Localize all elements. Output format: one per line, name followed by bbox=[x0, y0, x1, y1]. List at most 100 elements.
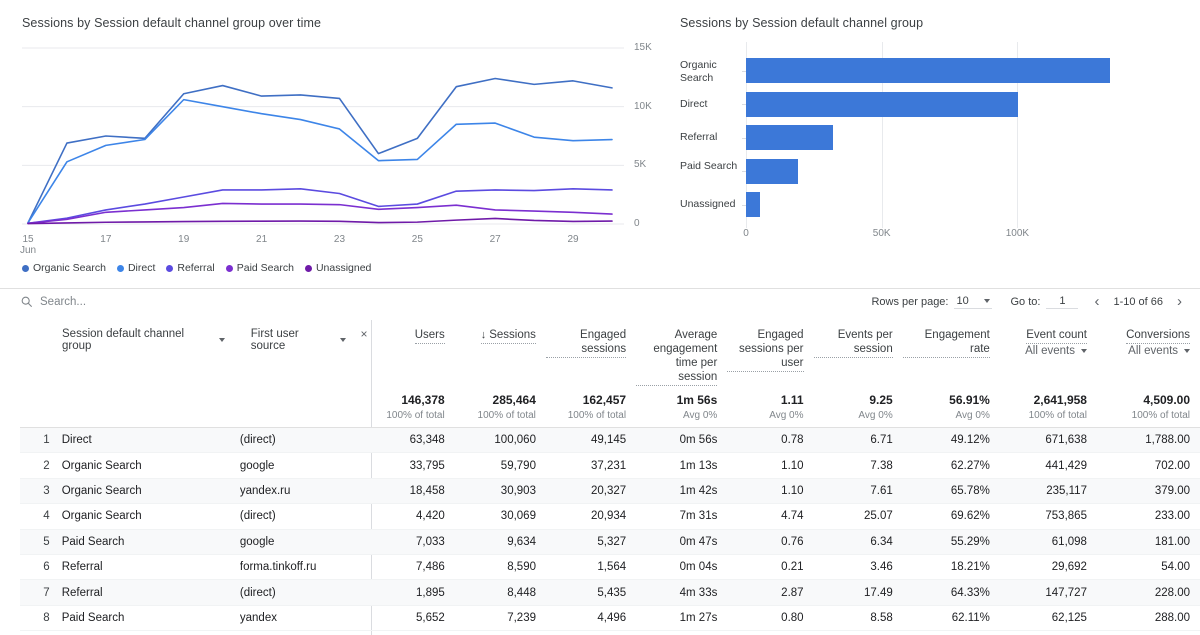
rows-per-page-select[interactable]: 10 bbox=[954, 295, 993, 309]
bar-referral[interactable] bbox=[746, 125, 833, 150]
row-index: 4 bbox=[43, 510, 50, 523]
table-row[interactable]: 8 Paid Search yandex 5,652 7,239 4,496 1m 27s 0… bbox=[20, 606, 1200, 632]
chevron-left-icon[interactable]: ‹ bbox=[1092, 294, 1101, 309]
report-table: Session default channel group First user … bbox=[20, 320, 1200, 632]
metric-total-subtext: 100% of total bbox=[386, 410, 445, 421]
legend-color-dot bbox=[22, 264, 29, 272]
cell-engaged: 37,231 bbox=[590, 459, 627, 472]
metric-header-engaged[interactable]: Engaged sessions 162,457 100% of total bbox=[545, 320, 636, 427]
cell-conversions: 702.00 bbox=[1154, 459, 1191, 472]
chevron-down-icon bbox=[1080, 349, 1087, 353]
bar-direct[interactable] bbox=[746, 91, 1018, 117]
table-row[interactable]: 5 Paid Search google 7,033 9,634 5,327 0m 47s 0… bbox=[20, 529, 1200, 555]
metric-header-average[interactable]: Average engagement time per session 1m 56… bbox=[636, 320, 727, 427]
metric-total-block: 4,509.00 100% of total bbox=[1132, 393, 1190, 421]
row-index: 2 bbox=[43, 459, 50, 472]
line-chart-title: Sessions by Session default channel grou… bbox=[22, 16, 322, 30]
line-chart-xtick: 21 bbox=[256, 234, 268, 245]
bar-chart-category-label: Paid Search bbox=[680, 159, 738, 172]
metric-total-value: 9.25 bbox=[869, 393, 893, 407]
bar-unassigned[interactable] bbox=[746, 192, 761, 217]
metric-header-users[interactable]: Users 146,378 100% of total bbox=[368, 320, 455, 427]
metric-header-sessions[interactable]: ↓ Sessions 285,464 100% of total bbox=[455, 320, 546, 427]
line-chart-xtick: 17 bbox=[100, 234, 112, 245]
pagination-controls: Rows per page: 10 Go to: 1 ‹ 1-10 of 66 … bbox=[871, 294, 1184, 309]
cell-conversions: 1,788.00 bbox=[1145, 434, 1191, 447]
legend-item-unassigned[interactable]: Unassigned bbox=[304, 262, 371, 274]
legend-item-direct[interactable]: Direct bbox=[116, 262, 155, 274]
metric-total-subtext: Avg 0% bbox=[769, 410, 804, 421]
cell-engaged: 0.76 bbox=[781, 535, 804, 548]
cell-conversions: 228.00 bbox=[1154, 586, 1191, 599]
goto-input[interactable]: 1 bbox=[1046, 295, 1079, 309]
cell-average: 7m 31s bbox=[679, 510, 718, 523]
cell-sessions: 7,239 bbox=[507, 611, 536, 624]
legend-item-referral[interactable]: Referral bbox=[166, 262, 215, 274]
metric-scope-selector[interactable]: All events bbox=[1025, 345, 1087, 357]
bar-chart-xtick: 100K bbox=[1005, 227, 1030, 239]
search-input[interactable] bbox=[40, 295, 200, 308]
cell-events-per: 25.07 bbox=[863, 510, 893, 523]
metric-name: Users bbox=[414, 328, 445, 344]
bar-organic-search[interactable] bbox=[746, 58, 1110, 83]
table-row[interactable]: 7 Referral (direct) 1,895 8,448 5,435 4m 33s 2.… bbox=[20, 580, 1200, 606]
rows-per-page-label: Rows per page: bbox=[871, 295, 949, 308]
cell-engaged: 2.87 bbox=[781, 586, 804, 599]
metric-name-text: Conversions bbox=[1126, 329, 1191, 341]
chevron-down-icon bbox=[218, 338, 225, 342]
bar-paid-search[interactable] bbox=[746, 158, 798, 184]
cell-sessions: 59,790 bbox=[500, 459, 536, 472]
metric-name-text: Events per session bbox=[837, 329, 893, 355]
cell-conversions: 181.00 bbox=[1154, 535, 1191, 548]
cell-average: 4m 33s bbox=[679, 586, 718, 599]
table-row[interactable]: 4 Organic Search (direct) 4,420 30,069 20,934… bbox=[20, 504, 1200, 530]
search-icon bbox=[21, 296, 32, 307]
line-chart-ytick: 10K bbox=[634, 100, 652, 112]
legend-item-paid-search[interactable]: Paid Search bbox=[225, 262, 294, 274]
table-row[interactable]: 3 Organic Search yandex.ru 18,458 30,903 20,3… bbox=[20, 478, 1200, 505]
cell-event-count: 62,125 bbox=[1051, 611, 1087, 624]
legend-color-dot bbox=[304, 264, 312, 272]
metric-header-conversions[interactable]: Conversions All events 4,509.00 100% of tot… bbox=[1097, 320, 1200, 427]
metric-name-text: Users bbox=[414, 329, 445, 341]
cell-conversions: 288.00 bbox=[1154, 611, 1191, 624]
table-row[interactable]: 2 Organic Search google 33,795 59,790 37,231 1… bbox=[20, 453, 1200, 479]
metric-header-event-count[interactable]: Event count All events 2,641,958 100% of to… bbox=[1000, 320, 1097, 427]
table-row[interactable]: 1 Direct (direct) 63,348 100,060 49,145 0m 56s… bbox=[20, 428, 1200, 454]
cell-engaged: 4.74 bbox=[781, 510, 804, 523]
metric-total-subtext: Avg 0% bbox=[858, 410, 893, 421]
metric-total-block: 56.91% Avg 0% bbox=[949, 393, 990, 421]
metric-total-block: 1.11 Avg 0% bbox=[769, 393, 803, 421]
metric-scope-selector[interactable]: All events bbox=[1128, 345, 1191, 357]
search-box[interactable] bbox=[20, 295, 200, 308]
bar-chart-category-label: Unassigned bbox=[680, 198, 736, 210]
dimension-selector-1[interactable]: Session default channel group bbox=[62, 328, 225, 352]
bar-chart-card: Sessions by Session default channel grou… bbox=[672, 0, 1200, 288]
metric-header-engaged[interactable]: Engaged sessions per user 1.11 Avg 0% bbox=[727, 320, 813, 427]
cell-first-user-source: (direct) bbox=[239, 510, 276, 523]
line-chart-xtick: 27 bbox=[489, 234, 501, 245]
table-row[interactable]: 6 Referral forma.tinkoff.ru 7,486 8,590 1,564… bbox=[20, 555, 1200, 581]
remove-dimension-icon[interactable]: × bbox=[360, 328, 367, 340]
row-index: 7 bbox=[43, 586, 50, 599]
cell-channel-group: Paid Search bbox=[61, 611, 125, 624]
cell-first-user-source: google bbox=[239, 535, 275, 548]
metric-total-value: 4,509.00 bbox=[1143, 393, 1191, 407]
dimension-selector-2[interactable]: First user source bbox=[251, 328, 347, 352]
line-chart-plot: 0 5K 10K 15K 15 17 19 21 23 25 27 29 Jun bbox=[20, 36, 672, 256]
metric-header-engagement[interactable]: Engagement rate 56.91% Avg 0% bbox=[902, 320, 1000, 427]
cell-engaged: 4,496 bbox=[597, 611, 627, 624]
metric-scope-label: All events bbox=[1128, 345, 1179, 357]
cell-sessions: 30,069 bbox=[500, 510, 536, 523]
cell-average: 0m 04s bbox=[679, 561, 718, 574]
chevron-right-icon[interactable]: › bbox=[1175, 294, 1184, 309]
cell-sessions: 8,590 bbox=[507, 561, 536, 574]
cell-events-per: 8.58 bbox=[870, 611, 893, 624]
cell-users: 63,348 bbox=[409, 434, 445, 447]
metric-header-events-per[interactable]: Events per session 9.25 Avg 0% bbox=[813, 320, 903, 427]
chevron-down-icon bbox=[1184, 349, 1191, 353]
cell-event-count: 147,727 bbox=[1045, 586, 1087, 599]
row-index: 5 bbox=[43, 535, 50, 548]
cell-users: 5,652 bbox=[416, 611, 445, 624]
legend-item-organic-search[interactable]: Organic Search bbox=[22, 262, 106, 274]
